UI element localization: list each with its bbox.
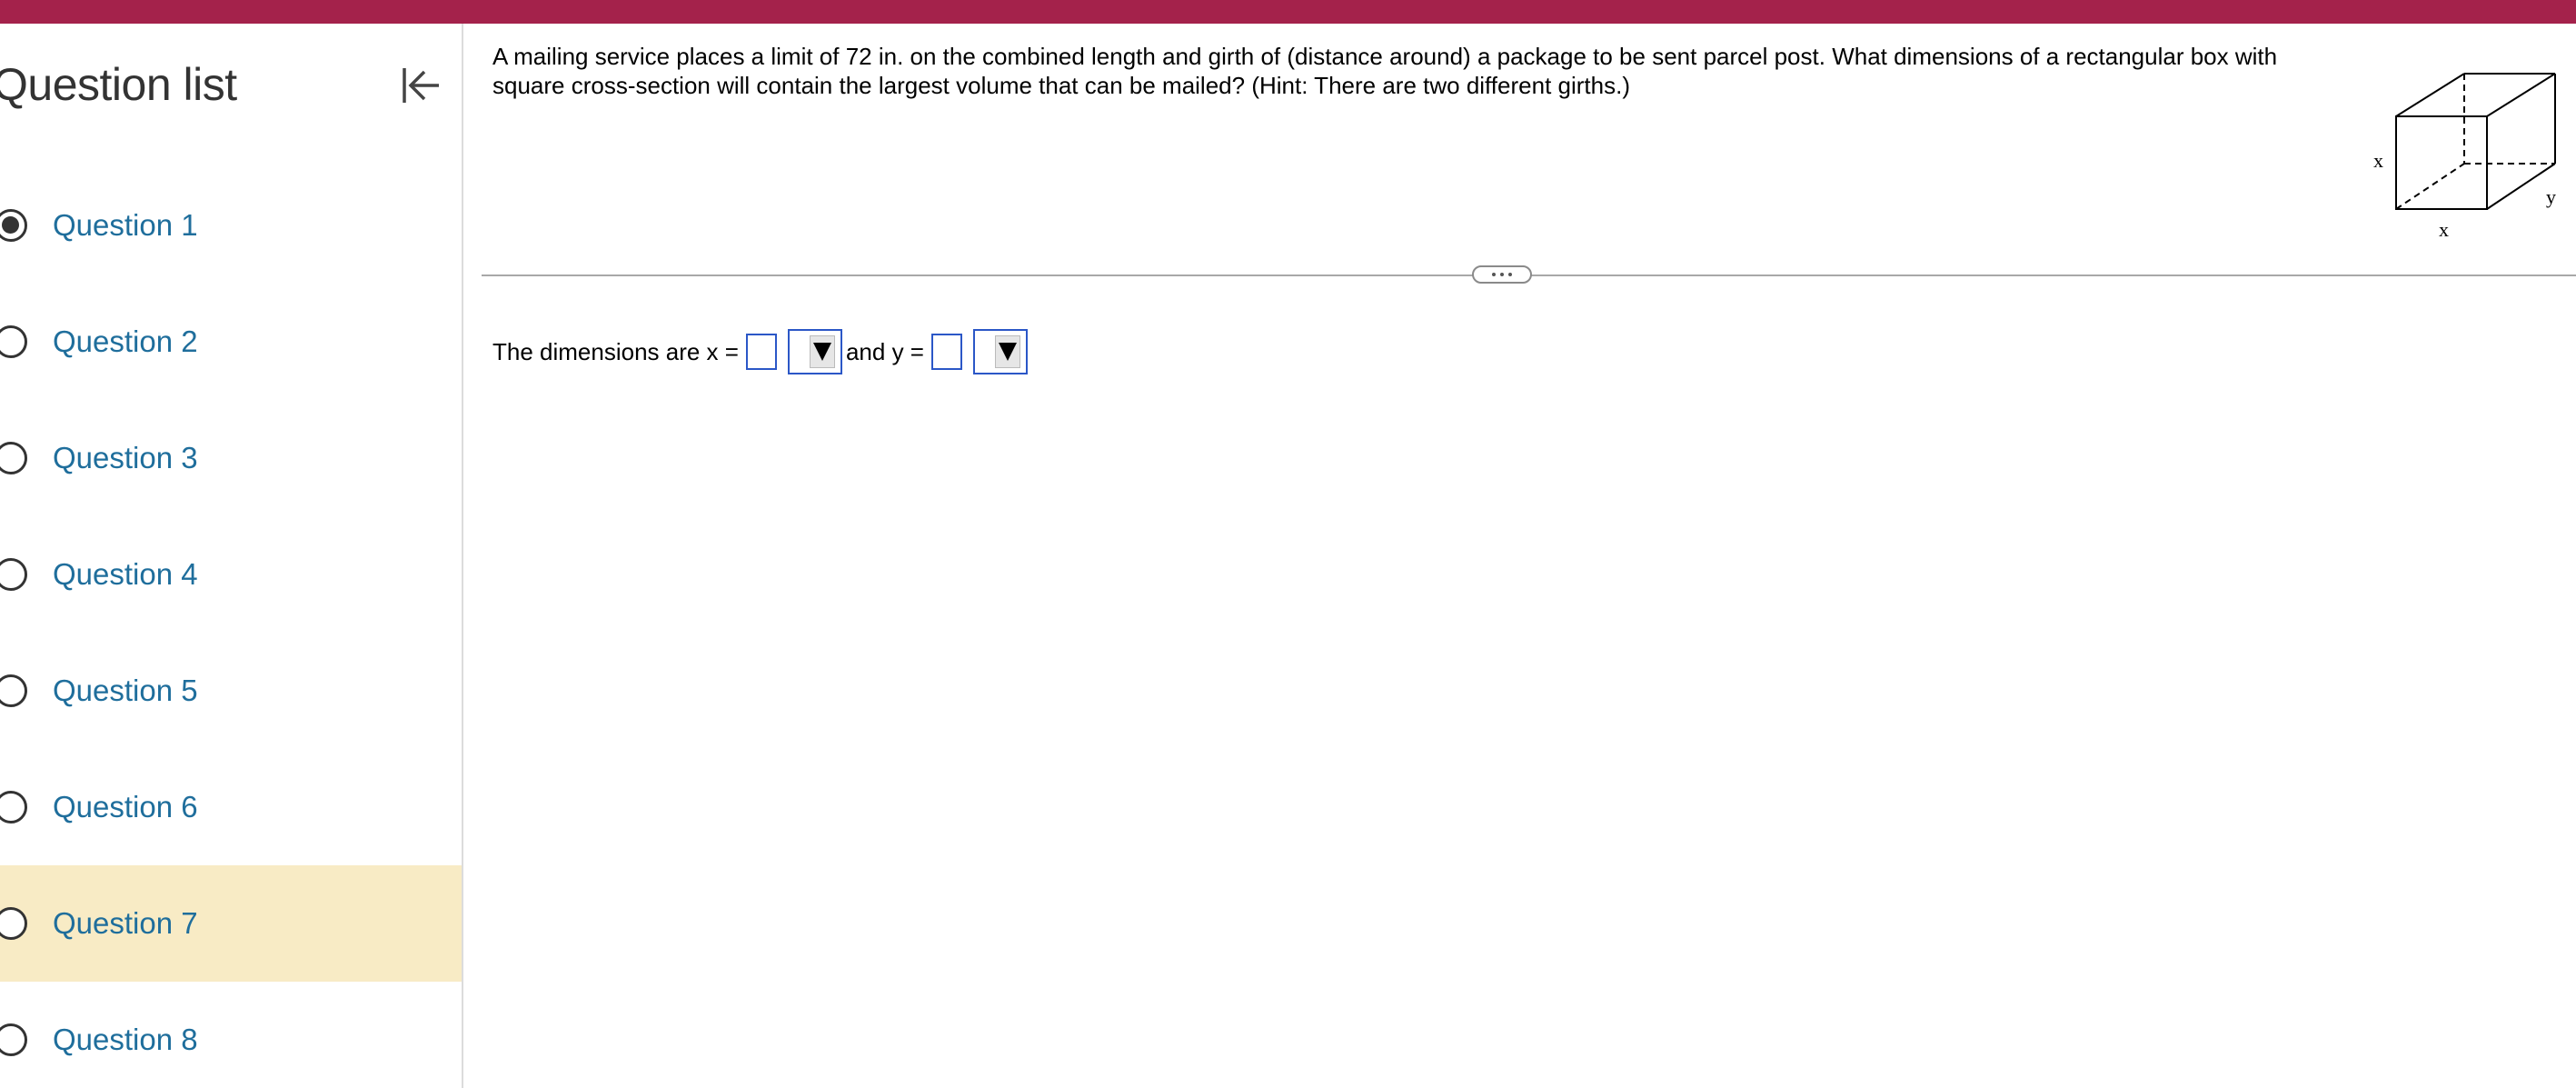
question-label[interactable]: Question 4: [53, 557, 198, 592]
question-label[interactable]: Question 6: [53, 790, 198, 824]
figure-label-right: y: [2546, 185, 2556, 208]
question-list-sidebar: Question list Question 1 Question 2 Ques…: [0, 24, 463, 1088]
question-item-5[interactable]: Question 5: [0, 633, 462, 749]
question-item-6[interactable]: Question 6: [0, 749, 462, 865]
question-item-4[interactable]: Question 4: [0, 516, 462, 633]
question-label[interactable]: Question 1: [53, 208, 198, 243]
radio-checked-icon[interactable]: [0, 209, 27, 242]
box-drawing: [2395, 73, 2556, 210]
dropdown-arrow-box[interactable]: [994, 335, 1020, 368]
question-list: Question 1 Question 2 Question 3 Questio…: [0, 167, 462, 1088]
dropdown-arrow-box[interactable]: [809, 335, 835, 368]
radio-icon[interactable]: [0, 674, 27, 707]
sidebar-title: Question list: [0, 59, 237, 110]
radio-icon[interactable]: [0, 791, 27, 823]
figure-label-bottom: x: [2439, 218, 2449, 241]
radio-icon[interactable]: [0, 442, 27, 474]
x-value-input[interactable]: [745, 334, 777, 370]
radio-icon[interactable]: [0, 907, 27, 940]
dropdown-arrow-icon: [812, 343, 831, 361]
answer-middle: and y =: [845, 337, 924, 365]
collapse-left-icon: [403, 68, 439, 103]
question-label[interactable]: Question 5: [53, 674, 198, 708]
question-item-1[interactable]: Question 1: [0, 167, 462, 284]
question-item-3[interactable]: Question 3: [0, 400, 462, 516]
more-dots-icon: [1492, 273, 1512, 276]
answer-line: The dimensions are x = and y =: [492, 329, 1031, 374]
question-label[interactable]: Question 2: [53, 324, 198, 359]
dropdown-arrow-icon: [998, 343, 1017, 361]
question-label[interactable]: Question 3: [53, 441, 198, 475]
x-unit-dropdown[interactable]: [787, 329, 842, 374]
radio-icon[interactable]: [0, 1023, 27, 1056]
y-value-input[interactable]: [930, 334, 962, 370]
question-content: A mailing service places a limit of 72 i…: [465, 24, 2576, 1088]
question-item-2[interactable]: Question 2: [0, 284, 462, 400]
question-text: A mailing service places a limit of 72 i…: [492, 43, 2278, 99]
radio-icon[interactable]: [0, 558, 27, 591]
divider-handle[interactable]: [1472, 265, 1532, 284]
answer-prefix: The dimensions are x =: [492, 337, 739, 365]
question-item-8[interactable]: Question 8: [0, 982, 462, 1088]
y-unit-dropdown[interactable]: [972, 329, 1028, 374]
radio-icon[interactable]: [0, 325, 27, 358]
figure-label-left: x: [2373, 149, 2383, 172]
question-label[interactable]: Question 8: [53, 1023, 198, 1057]
collapse-sidebar-button[interactable]: [393, 58, 447, 113]
top-bar: [0, 0, 2576, 24]
question-label[interactable]: Question 7: [53, 906, 198, 941]
question-item-7[interactable]: Question 7: [0, 865, 462, 982]
box-figure: x x y: [2373, 73, 2556, 241]
